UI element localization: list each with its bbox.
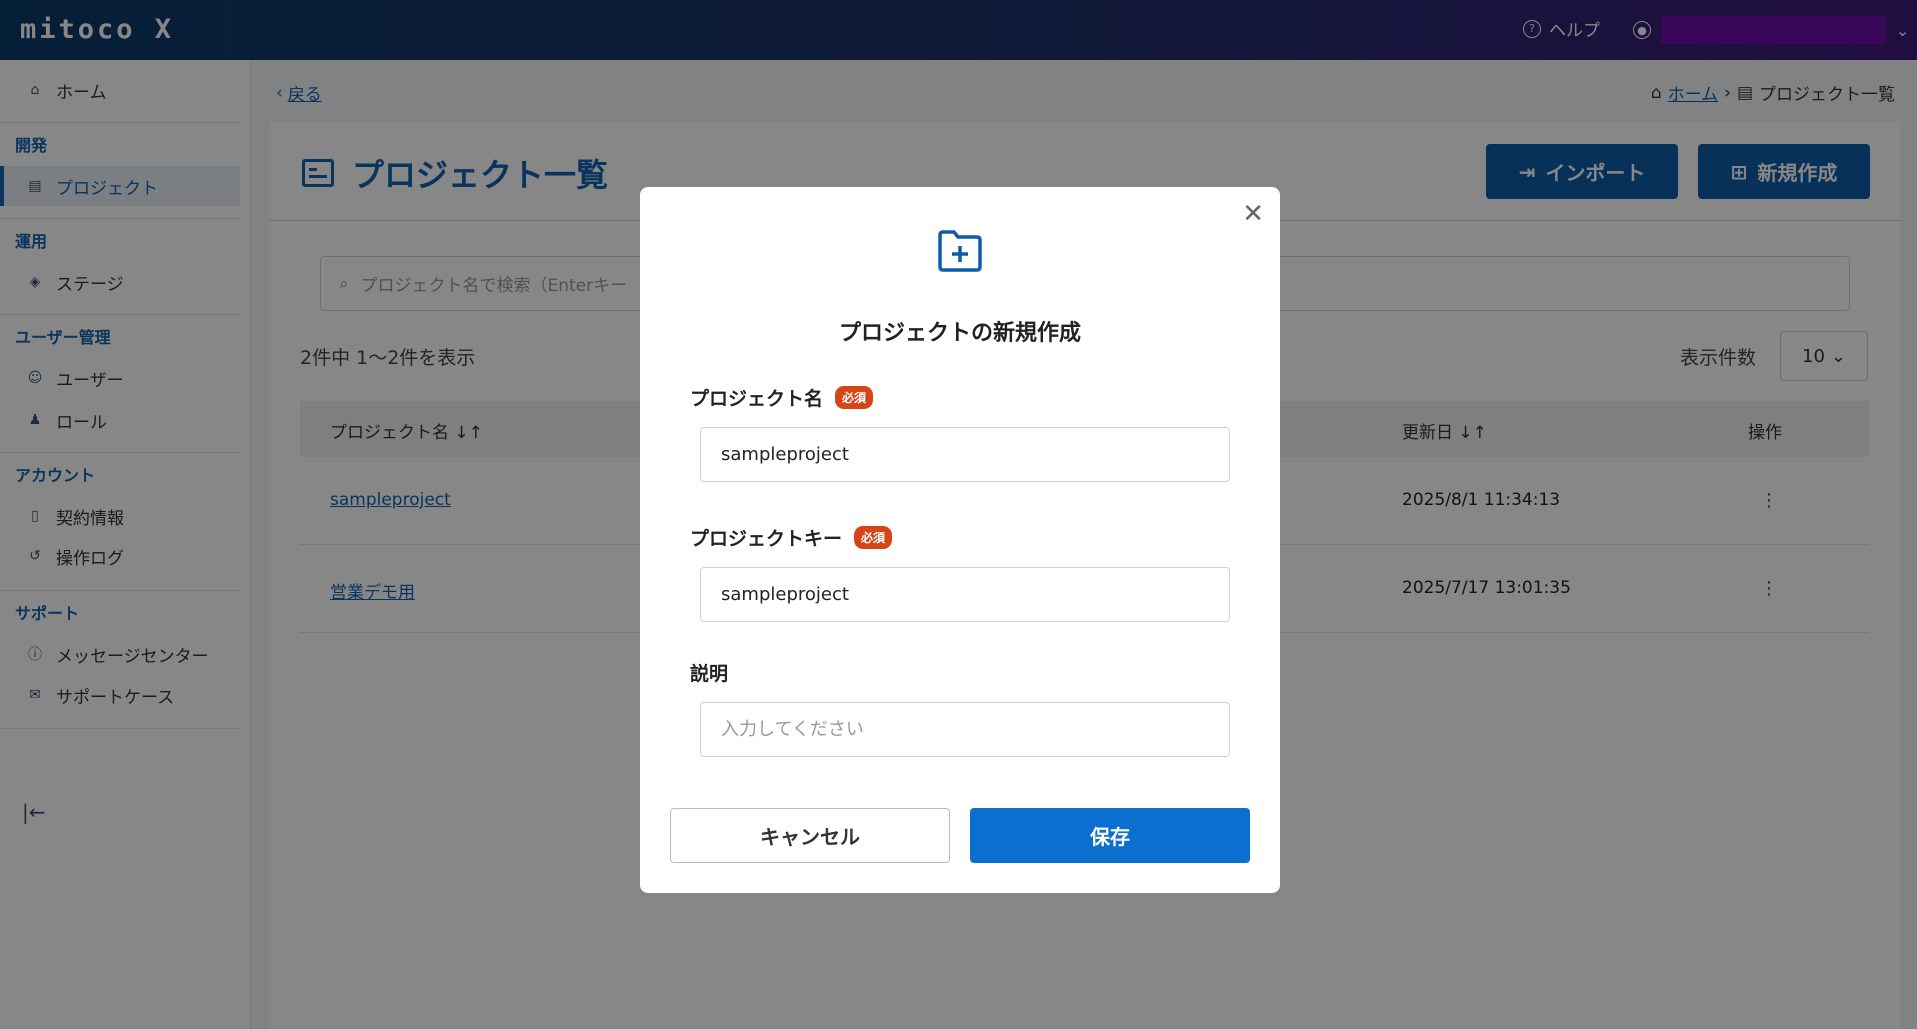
required-badge: 必須 — [835, 386, 874, 409]
dialog-title: プロジェクトの新規作成 — [838, 321, 1081, 346]
project-name-label: プロジェクト名 必須 — [690, 384, 874, 411]
folder-plus-icon — [936, 229, 984, 277]
project-key-input[interactable] — [700, 567, 1230, 622]
cancel-button[interactable]: キャンセル — [670, 808, 950, 863]
description-label-text: 説明 — [690, 663, 729, 685]
project-key-label-text: プロジェクトキー — [690, 528, 843, 550]
close-icon[interactable]: ✕ — [1242, 199, 1264, 229]
project-name-label-text: プロジェクト名 — [690, 388, 824, 410]
new-project-dialog: ✕ プロジェクトの新規作成 プロジェクト名 必須 プロジェクトキー 必須 説明 … — [640, 187, 1280, 893]
project-key-label: プロジェクトキー 必須 — [690, 524, 893, 551]
project-name-input[interactable] — [700, 427, 1230, 482]
description-input[interactable] — [700, 702, 1230, 757]
description-label: 説明 — [690, 659, 728, 686]
required-badge: 必須 — [854, 526, 893, 549]
save-button[interactable]: 保存 — [970, 808, 1250, 863]
